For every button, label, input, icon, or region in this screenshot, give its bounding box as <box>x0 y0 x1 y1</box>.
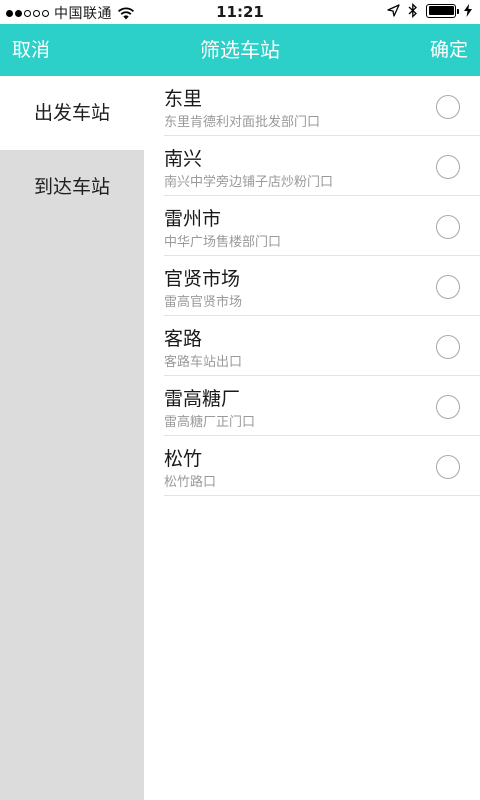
list-item[interactable]: 南兴 南兴中学旁边铺子店炒粉门口 <box>164 136 480 196</box>
station-description: 南兴中学旁边铺子店炒粉门口 <box>164 175 334 190</box>
confirm-button[interactable]: 确定 <box>430 24 468 76</box>
list-item[interactable]: 雷高糖厂 雷高糖厂正门口 <box>164 376 480 436</box>
station-name: 客路 <box>164 328 203 350</box>
list-item[interactable]: 东里 东里肯德利对面批发部门口 <box>164 76 480 136</box>
radio-button[interactable] <box>436 275 460 299</box>
station-description: 中华广场售楼部门口 <box>164 235 282 250</box>
radio-button[interactable] <box>436 95 460 119</box>
station-name: 东里 <box>164 88 203 110</box>
sidebar-item-departure-station[interactable]: 出发车站 <box>0 76 144 150</box>
radio-button[interactable] <box>436 455 460 479</box>
radio-button[interactable] <box>436 155 460 179</box>
status-bar: 中国联通 11:21 <box>0 0 480 24</box>
station-description: 东里肯德利对面批发部门口 <box>164 115 321 130</box>
station-description: 雷高糖厂正门口 <box>164 415 256 430</box>
station-name: 官贤市场 <box>164 268 241 290</box>
station-name: 雷州市 <box>164 208 222 230</box>
station-description: 雷高官贤市场 <box>164 295 243 310</box>
cancel-button[interactable]: 取消 <box>12 24 50 76</box>
radio-button[interactable] <box>436 335 460 359</box>
station-list: 东里 东里肯德利对面批发部门口 南兴 南兴中学旁边铺子店炒粉门口 雷州市 中华广… <box>144 76 480 496</box>
list-item[interactable]: 客路 客路车站出口 <box>164 316 480 376</box>
location-arrow-icon <box>387 4 400 17</box>
list-item[interactable]: 官贤市场 雷高官贤市场 <box>164 256 480 316</box>
station-description: 客路车站出口 <box>164 355 243 370</box>
sidebar-item-arrival-station[interactable]: 到达车站 <box>0 150 144 224</box>
radio-button[interactable] <box>436 215 460 239</box>
station-name: 松竹 <box>164 448 203 470</box>
list-item[interactable]: 松竹 松竹路口 <box>164 436 480 496</box>
sidebar: 出发车站 到达车站 <box>0 76 144 800</box>
bluetooth-icon <box>408 3 417 18</box>
station-name: 雷高糖厂 <box>164 388 241 410</box>
list-item[interactable]: 雷州市 中华广场售楼部门口 <box>164 196 480 256</box>
station-name: 南兴 <box>164 148 203 170</box>
status-right <box>387 3 472 18</box>
page-title: 筛选车站 <box>200 38 280 62</box>
station-description: 松竹路口 <box>164 475 217 490</box>
battery-icon <box>426 3 459 18</box>
charging-bolt-icon <box>464 4 472 17</box>
radio-button[interactable] <box>436 395 460 419</box>
nav-bar: 取消 筛选车站 确定 <box>0 24 480 76</box>
